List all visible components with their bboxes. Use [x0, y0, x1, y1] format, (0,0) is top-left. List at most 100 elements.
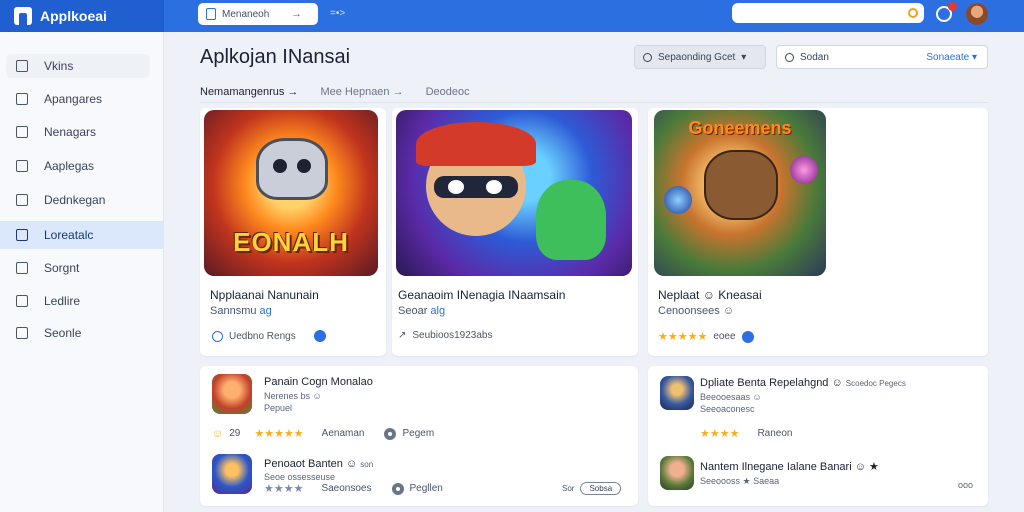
breadcrumb-item[interactable]: Nemamangenrus → [200, 86, 298, 98]
green-slime-character-icon [536, 180, 606, 260]
sort-label: Sepaonding Gcet [658, 51, 736, 63]
clock-icon [16, 295, 28, 307]
breadcrumb-item[interactable]: Deodeoc [426, 86, 470, 98]
app-title[interactable]: Dpliate Benta Repelahgnd ☺ Scoedoc Pegec… [700, 377, 906, 389]
app-action[interactable]: Pegllen [410, 483, 443, 494]
sidebar-item-label: Vkins [44, 59, 74, 73]
app-subtitle: Nerenes bs ☺ [264, 391, 322, 401]
app-title[interactable]: Nantem Ilnegane Ialane Banari ☺ ★ [700, 460, 879, 473]
search-icon[interactable] [908, 8, 918, 18]
tab-arrow-icon[interactable]: → [291, 8, 302, 20]
gear-icon[interactable] [391, 482, 404, 495]
sidebar-item-label: Loreatalc [44, 228, 94, 242]
emoji-icon: ☺ [212, 427, 224, 440]
app-title-text: Penoaot Banten ☺ [264, 458, 358, 470]
game-artwork: EONALH [204, 110, 378, 276]
card-subtitle-text: Sannsmu [210, 305, 257, 317]
featured-card[interactable]: EONALH Npplaanai Nanunain Sannsmu ag Ued… [200, 108, 386, 356]
chart-icon [16, 229, 28, 241]
app-icon[interactable] [212, 454, 252, 494]
featured-card[interactable]: Goneemens Neplaat ☺ Kneasai Cenoonsees ☺… [648, 108, 988, 356]
app-category: Raneon [757, 428, 793, 439]
app-title-suffix: son [360, 460, 374, 469]
card-subtitle-link[interactable]: ag [260, 305, 272, 317]
sidebar-item-label: Seonle [44, 326, 82, 340]
folder-icon [16, 160, 28, 172]
card-meta: ↗ Seubioos1923abs [398, 330, 492, 341]
app-title-suffix: Scoedoc Pegecs [845, 379, 906, 388]
app-tag: Sor Sobsa [562, 482, 622, 495]
sort-dropdown[interactable]: Sepaonding Gcet ▾ [634, 45, 766, 69]
rating-stars: ★★★★ [700, 428, 740, 440]
game-artwork [396, 110, 632, 276]
app-action[interactable]: Pegem [402, 428, 434, 439]
sidebar-item-label: Ledlire [44, 294, 81, 308]
app-title: Applkoeai [40, 8, 107, 24]
card-subtitle-link[interactable]: alg [430, 305, 445, 317]
warrior-character-icon [704, 150, 778, 220]
card-subtitle: Cenoonsees ☺ [658, 305, 735, 317]
robot-character-icon [256, 138, 328, 200]
top-extra-link[interactable]: =•> [330, 8, 345, 19]
sidebar-item-active[interactable]: Loreatalc [0, 221, 164, 249]
brand[interactable]: Applkoeai [0, 0, 164, 32]
app-subtitle: Seoe ossesseuse [264, 472, 336, 482]
breadcrumb-item[interactable]: Mee Hepnaen → [320, 86, 403, 98]
sidebar-item-home[interactable]: Vkins [6, 54, 150, 78]
sidebar-item-apps[interactable]: Apangares [6, 87, 150, 111]
avatar[interactable] [966, 3, 988, 25]
sidebar-item-settings[interactable]: Seonle [6, 321, 150, 345]
app-title-text: Dpliate Benta Repelahgnd ☺ [700, 377, 843, 389]
top-search-input[interactable] [732, 3, 924, 23]
app-icon[interactable] [660, 376, 694, 410]
card-meta-text: Uedbno Rengs [229, 330, 296, 342]
card-meta[interactable]: Uedbno Rengs [212, 330, 326, 342]
active-tab[interactable]: Menaneoh → [198, 3, 318, 25]
card-title[interactable]: Npplaanai Nanunain [210, 288, 319, 302]
app-more[interactable]: ooo [958, 480, 973, 490]
sidebar-item-label: Apangares [44, 92, 103, 106]
link-icon: ↗ [398, 330, 407, 341]
tab-icon [206, 8, 216, 20]
tab-label: Menaneoh [222, 8, 270, 20]
app-icon[interactable] [660, 456, 694, 490]
sidebar-item-managers[interactable]: Nenagars [6, 120, 150, 144]
orb-icon [664, 186, 692, 214]
sidebar: Vkins Apangares Nenagars Aaplegas Dednke… [0, 32, 164, 512]
hat-icon [416, 122, 536, 166]
filter-search-input[interactable]: Sodan Sonaeate ▾ [776, 45, 988, 69]
search-icon [785, 52, 794, 62]
app-category: Aenaman [321, 428, 365, 439]
filter-select[interactable]: Sonaeate ▾ [926, 52, 977, 63]
app-tag-prefix: Sor [562, 484, 575, 493]
chevron-down-icon: ▾ [741, 51, 747, 63]
app-tag-pill[interactable]: Sobsa [580, 482, 622, 495]
divider [200, 102, 988, 103]
app-list: Dpliate Benta Repelahgnd ☺ Scoedoc Pegec… [648, 366, 988, 506]
sidebar-item-downloads[interactable]: Dednkegan [6, 188, 150, 212]
card-meta: ★★★★★ eoee [658, 330, 754, 343]
app-subtitle: Seeoooss ★ Saeaa [700, 476, 780, 486]
info-icon[interactable] [741, 330, 754, 343]
document-icon [16, 126, 28, 138]
sidebar-item-security[interactable]: Sorgnt [6, 256, 150, 280]
sidebar-item-history[interactable]: Ledlire [6, 289, 150, 313]
card-meta-text: Seubioos1923abs [412, 330, 493, 341]
sidebar-item-library[interactable]: Aaplegas [6, 154, 150, 178]
card-title[interactable]: Geanaoim INenagia INaamsain [398, 288, 565, 302]
featured-card[interactable]: Geanaoim INenagia INaamsain Seoar alg ↗ … [392, 108, 638, 356]
app-badge: 29 [229, 428, 241, 439]
masked-hero-character-icon [416, 122, 536, 236]
app-publisher: Pepuel [264, 403, 293, 413]
app-title[interactable]: Panain Cogn Monalao [264, 376, 373, 388]
card-title[interactable]: Neplaat ☺ Kneasai [658, 288, 762, 302]
app-subtitle: Beeooesaas ☺ [700, 392, 762, 402]
download-icon [16, 194, 28, 206]
app-icon[interactable] [212, 374, 252, 414]
search-icon [643, 52, 652, 62]
filter-select-label: Sonaeate [926, 51, 970, 63]
eye-icon [448, 180, 464, 194]
app-title[interactable]: Penoaot Banten ☺ son [264, 458, 373, 470]
gear-icon[interactable] [384, 427, 397, 440]
info-icon[interactable] [313, 330, 326, 342]
